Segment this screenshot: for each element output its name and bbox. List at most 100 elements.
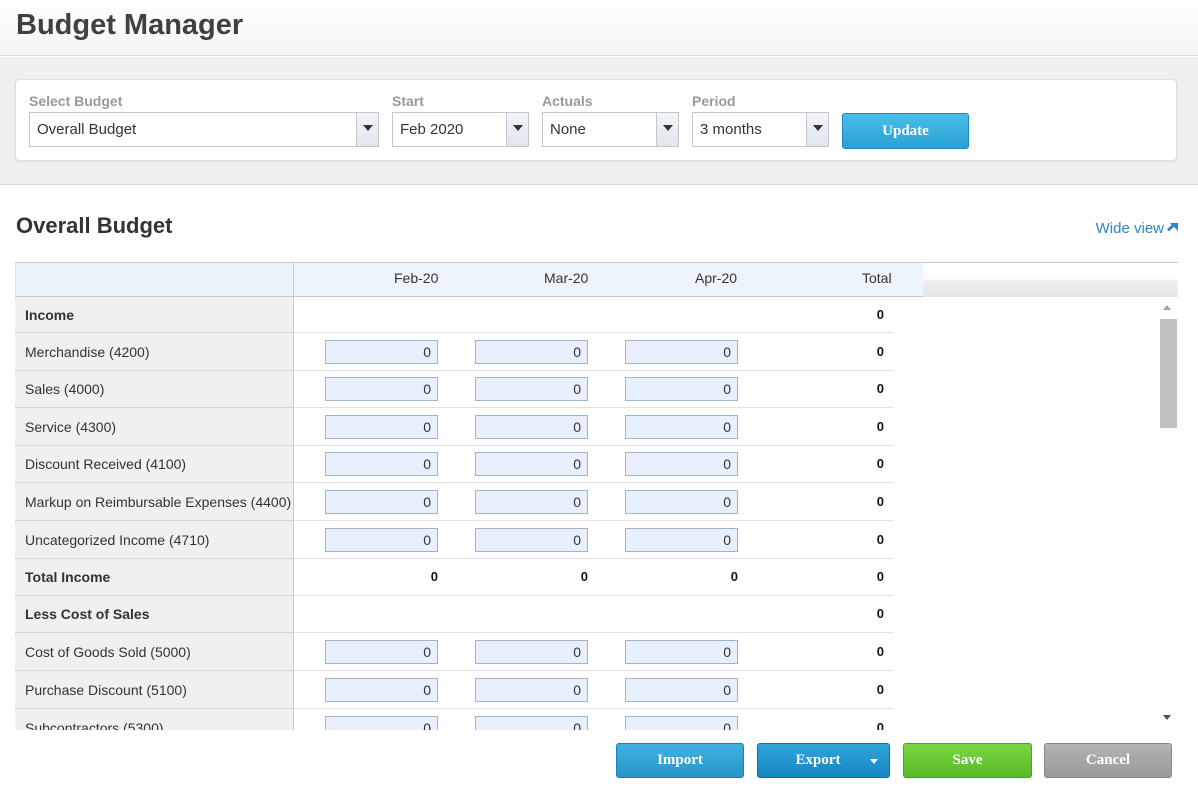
row-total-value: 0 (876, 569, 884, 584)
grid-header: Feb-20 Mar-20 Apr-20 Total (15, 262, 1178, 297)
start-filter: Start Feb 2020 (392, 92, 529, 147)
budget-amount-input[interactable]: 0 (325, 639, 438, 664)
table-row: Subcontractors (5300) 0 0 0 0 (15, 709, 894, 730)
table-row: Discount Received (4100) 0 0 0 0 (15, 446, 894, 483)
row-label: Cost of Goods Sold (5000) (15, 633, 294, 671)
grid-header-filler (923, 263, 1178, 297)
row-total-value: 0 (876, 681, 884, 697)
row-cells: 0 0 0 0 (294, 559, 894, 596)
budget-amount-input[interactable]: 0 (475, 414, 588, 439)
budget-title: Overall Budget (16, 213, 173, 238)
budget-amount-input[interactable]: 0 (325, 527, 438, 552)
filter-panel: Select Budget Overall Budget Start Feb 2… (15, 79, 1177, 161)
budget-amount-input[interactable]: 0 (325, 677, 438, 702)
budget-amount-input[interactable]: 0 (325, 414, 438, 439)
row-total-value: 0 (876, 531, 884, 547)
row-cells: 0 0 0 0 (294, 709, 894, 730)
table-row: Income 0 (15, 297, 894, 333)
chevron-down-icon[interactable] (806, 113, 828, 146)
wide-view-link[interactable]: Wide view (1096, 220, 1178, 237)
period-select[interactable]: 3 months (692, 112, 829, 147)
export-button[interactable]: Export (757, 743, 890, 778)
start-filter-label: Start (392, 93, 424, 109)
cancel-button[interactable]: Cancel (1044, 743, 1172, 778)
row-label: Merchandise (4200) (15, 333, 294, 371)
budget-amount-input[interactable]: 0 (625, 715, 738, 730)
actuals-select[interactable]: None (542, 112, 679, 147)
table-row: Merchandise (4200) 0 0 0 0 (15, 333, 894, 371)
budget-amount-input[interactable]: 0 (625, 527, 738, 552)
budget-amount-input[interactable]: 0 (475, 489, 588, 514)
scroll-down-icon[interactable] (1163, 715, 1171, 720)
actuals-filter-label: Actuals (542, 93, 593, 109)
budget-amount-input[interactable]: 0 (625, 339, 738, 364)
budget-amount-input[interactable]: 0 (625, 377, 738, 401)
budget-amount-input[interactable]: 0 (475, 527, 588, 552)
chevron-down-icon[interactable] (870, 759, 878, 764)
budget-amount-input[interactable]: 0 (325, 339, 438, 364)
row-cells: 0 0 0 0 (294, 371, 894, 408)
row-total-value: 0 (876, 456, 884, 471)
wide-view-label: Wide view (1095, 220, 1164, 237)
budget-amount-input[interactable]: 0 (475, 639, 588, 664)
row-label: Discount Received (4100) (15, 446, 294, 483)
start-select[interactable]: Feb 2020 (392, 112, 529, 147)
chevron-down-icon[interactable] (356, 113, 378, 146)
budget-filter-label: Select Budget (29, 93, 123, 109)
budget-amount-input[interactable]: 0 (475, 452, 588, 476)
budget-amount-input[interactable]: 0 (625, 489, 738, 514)
row-label: Markup on Reimbursable Expenses (4400) (15, 483, 294, 521)
scroll-up-icon[interactable] (1163, 305, 1171, 310)
table-row: Sales (4000) 0 0 0 0 (15, 371, 894, 408)
app-header: Budget Manager (0, 0, 1198, 56)
budget-amount-input[interactable]: 0 (475, 715, 588, 730)
budget-amount-input[interactable]: 0 (475, 677, 588, 702)
period-filter: Period 3 months (692, 92, 829, 147)
chevron-down-icon[interactable] (506, 113, 528, 146)
row-total-value: 0 (876, 606, 884, 621)
budget-amount-input[interactable]: 0 (325, 377, 438, 401)
row-total-value: 0 (876, 418, 884, 434)
scroll-thumb[interactable] (1160, 319, 1177, 428)
budget-amount-input[interactable]: 0 (625, 639, 738, 664)
row-cells: 0 0 0 0 (294, 483, 894, 521)
action-bar: Import Export Save Cancel (0, 730, 1198, 786)
row-label: Service (4300) (15, 408, 294, 446)
row-label: Less Cost of Sales (15, 596, 294, 633)
update-button[interactable]: Update (842, 113, 969, 149)
actuals-filter: Actuals None (542, 92, 679, 147)
budget-select-value: Overall Budget (37, 121, 137, 138)
column-header: Feb-20 (394, 270, 439, 286)
table-row: Purchase Discount (5100) 0 0 0 0 (15, 671, 894, 709)
row-label: Total Income (15, 559, 294, 596)
budget-amount-input[interactable]: 0 (325, 452, 438, 476)
save-button[interactable]: Save (903, 743, 1032, 778)
grid-header-columns: Feb-20 Mar-20 Apr-20 Total (294, 263, 923, 297)
budget-amount-input[interactable]: 0 (475, 377, 588, 401)
budget-select[interactable]: Overall Budget (29, 112, 379, 147)
budget-amount-input[interactable]: 0 (325, 489, 438, 514)
row-label: Income (15, 297, 294, 333)
row-cells: 0 0 0 0 (294, 333, 894, 371)
budget-filter: Select Budget Overall Budget (29, 92, 379, 147)
row-label: Uncategorized Income (4710) (15, 521, 294, 559)
budget-amount-input[interactable]: 0 (475, 339, 588, 364)
budget-amount-input[interactable]: 0 (325, 715, 438, 730)
chevron-down-icon[interactable] (656, 113, 678, 146)
app-title: Budget Manager (16, 9, 244, 41)
row-cells: 0 (294, 297, 894, 333)
column-total-value: 0 (430, 569, 438, 584)
import-button[interactable]: Import (616, 743, 744, 778)
row-total-value: 0 (876, 719, 884, 731)
table-row: Service (4300) 0 0 0 0 (15, 408, 894, 446)
budget-amount-input[interactable]: 0 (625, 452, 738, 476)
budget-amount-input[interactable]: 0 (625, 414, 738, 439)
budget-amount-input[interactable]: 0 (625, 677, 738, 702)
vertical-scrollbar[interactable] (1158, 297, 1178, 730)
table-row: Uncategorized Income (4710) 0 0 0 0 (15, 521, 894, 559)
row-cells: 0 0 0 0 (294, 408, 894, 446)
column-total-value: 0 (730, 569, 738, 584)
actuals-select-value: None (550, 121, 586, 138)
column-header-total: Total (862, 270, 892, 286)
table-row: Less Cost of Sales 0 (15, 596, 894, 633)
